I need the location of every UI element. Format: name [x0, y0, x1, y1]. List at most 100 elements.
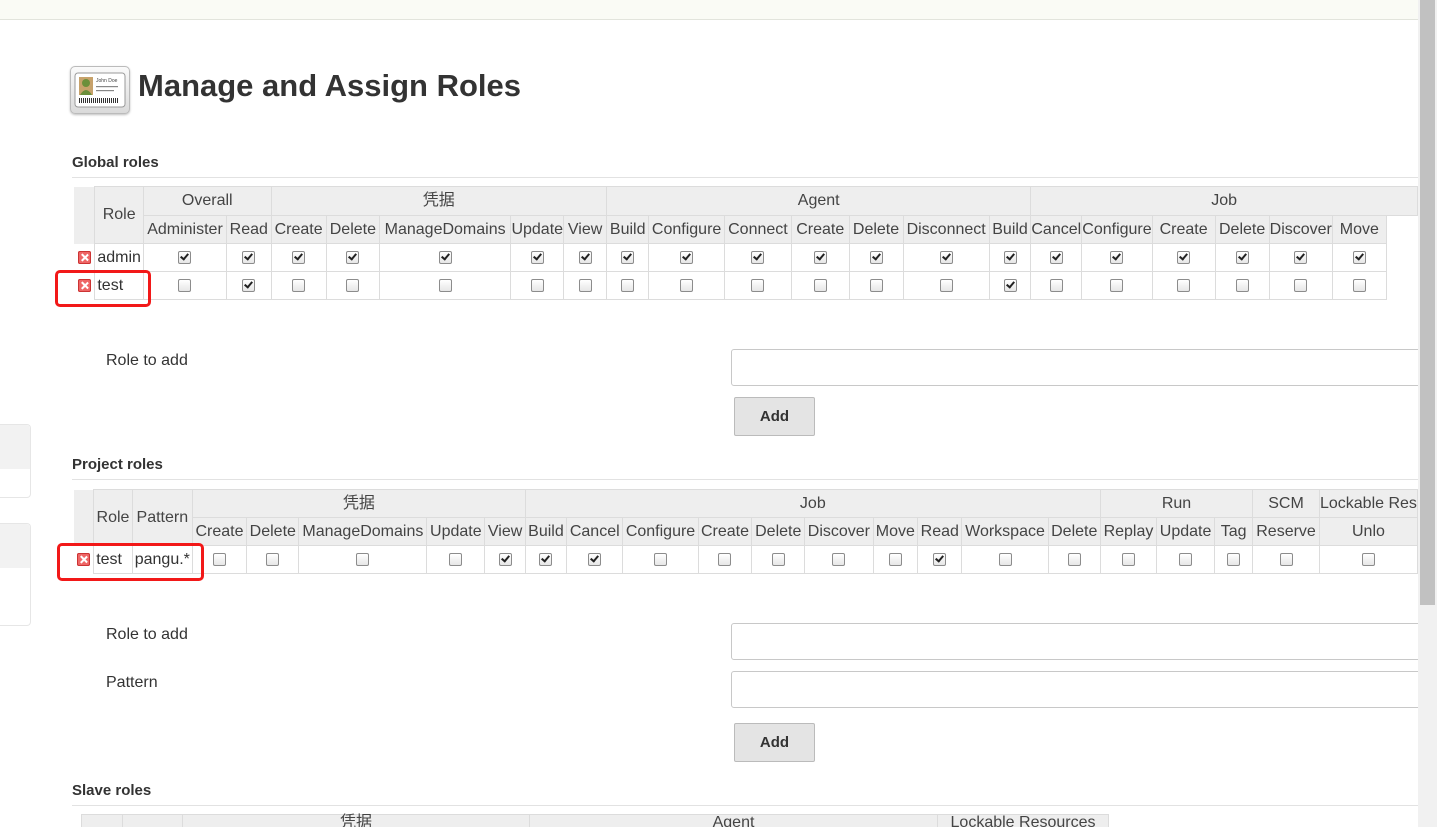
delete-role-icon[interactable]: [77, 250, 91, 264]
permission-checkbox[interactable]: [438, 278, 452, 292]
global-permission-header: Move: [1331, 215, 1387, 244]
permission-cell: [751, 545, 806, 574]
permission-checkbox[interactable]: [939, 278, 953, 292]
permission-cell: [1268, 243, 1333, 272]
global-add-button[interactable]: Add: [734, 397, 815, 436]
permission-cell: [1214, 545, 1254, 574]
permission-checkbox[interactable]: [292, 278, 306, 292]
permission-checkbox[interactable]: [832, 552, 846, 566]
permission-cell: [723, 243, 792, 272]
permission-checkbox[interactable]: [356, 552, 370, 566]
vertical-scrollbar[interactable]: [1418, 0, 1437, 827]
permission-checkbox[interactable]: [1361, 552, 1375, 566]
permission-checkbox[interactable]: [1003, 250, 1017, 264]
permission-checkbox[interactable]: [266, 552, 280, 566]
page-title: Manage and Assign Roles: [138, 68, 521, 103]
permission-checkbox[interactable]: [346, 250, 360, 264]
project-add-button[interactable]: Add: [734, 723, 815, 762]
permission-checkbox[interactable]: [888, 552, 902, 566]
permission-checkbox[interactable]: [578, 250, 592, 264]
global-role-to-add-input[interactable]: [731, 349, 1418, 386]
permission-checkbox[interactable]: [539, 552, 553, 566]
delete-role-icon[interactable]: [77, 552, 91, 566]
global-permission-header: Administer: [142, 215, 228, 244]
project-permission-header: Tag: [1214, 517, 1254, 546]
project-permission-header: Delete: [751, 517, 806, 546]
permission-checkbox[interactable]: [869, 278, 883, 292]
permission-checkbox[interactable]: [242, 250, 256, 264]
global-permission-header: Cancel: [1030, 215, 1083, 244]
project-permission-header: Update: [1156, 517, 1216, 546]
permission-checkbox[interactable]: [1179, 552, 1193, 566]
permission-checkbox[interactable]: [813, 250, 827, 264]
permission-checkbox[interactable]: [1352, 250, 1366, 264]
permission-checkbox[interactable]: [1227, 552, 1241, 566]
project-permission-header: Delete: [1047, 517, 1101, 546]
permission-checkbox[interactable]: [718, 552, 732, 566]
permission-checkbox[interactable]: [178, 278, 192, 292]
permission-checkbox[interactable]: [588, 552, 602, 566]
permission-checkbox[interactable]: [178, 250, 192, 264]
permission-checkbox[interactable]: [1067, 552, 1081, 566]
permission-checkbox[interactable]: [1294, 278, 1308, 292]
permission-checkbox[interactable]: [438, 250, 452, 264]
role-name: admin: [94, 243, 144, 272]
permission-checkbox[interactable]: [1110, 278, 1124, 292]
permission-checkbox[interactable]: [621, 250, 635, 264]
permission-checkbox[interactable]: [680, 278, 694, 292]
permission-checkbox[interactable]: [292, 250, 306, 264]
table-row: test pangu.*: [74, 545, 1418, 574]
project-permission-header: View: [484, 517, 526, 546]
permission-cell: [1047, 545, 1101, 574]
permission-checkbox[interactable]: [449, 552, 463, 566]
permission-checkbox[interactable]: [1177, 278, 1191, 292]
permission-cell: [988, 243, 1032, 272]
permission-checkbox[interactable]: [869, 250, 883, 264]
permission-checkbox[interactable]: [813, 278, 827, 292]
permission-checkbox[interactable]: [771, 552, 785, 566]
permission-checkbox[interactable]: [1279, 552, 1293, 566]
permission-checkbox[interactable]: [530, 278, 544, 292]
id-card-text: John Doe: [96, 78, 118, 84]
permission-checkbox[interactable]: [530, 250, 544, 264]
global-group-header: Overall: [142, 186, 272, 216]
permission-checkbox[interactable]: [939, 250, 953, 264]
permission-checkbox[interactable]: [751, 250, 765, 264]
permission-checkbox[interactable]: [621, 278, 635, 292]
permission-checkbox[interactable]: [1003, 278, 1017, 292]
permission-checkbox[interactable]: [498, 552, 512, 566]
project-permission-header: Create: [191, 517, 248, 546]
permission-checkbox[interactable]: [1352, 278, 1366, 292]
permission-cell: [510, 243, 565, 272]
scrollbar-thumb[interactable]: [1420, 0, 1435, 605]
permission-checkbox[interactable]: [578, 278, 592, 292]
permission-checkbox[interactable]: [1235, 278, 1249, 292]
permission-cell: [191, 545, 248, 574]
delete-role-icon[interactable]: [77, 278, 91, 292]
permission-checkbox[interactable]: [654, 552, 667, 566]
permission-checkbox[interactable]: [1049, 250, 1063, 264]
project-permission-header: Create: [697, 517, 753, 546]
permission-checkbox[interactable]: [1294, 250, 1308, 264]
permission-cell: [1252, 545, 1320, 574]
project-pattern-input[interactable]: [731, 671, 1418, 708]
permission-checkbox[interactable]: [680, 250, 694, 264]
permission-cell: [648, 271, 725, 300]
slave-roles-heading: Slave roles: [72, 782, 152, 799]
project-role-to-add-input[interactable]: [731, 623, 1418, 660]
permission-checkbox[interactable]: [1235, 250, 1249, 264]
permission-checkbox[interactable]: [346, 278, 360, 292]
permission-checkbox[interactable]: [998, 552, 1012, 566]
permission-checkbox[interactable]: [1110, 250, 1124, 264]
global-role-to-add-label: Role to add: [106, 352, 188, 369]
permission-checkbox[interactable]: [242, 278, 256, 292]
permission-checkbox[interactable]: [1049, 278, 1063, 292]
permission-checkbox[interactable]: [213, 552, 227, 566]
permission-cell: [563, 271, 608, 300]
permission-checkbox[interactable]: [1177, 250, 1191, 264]
permission-checkbox[interactable]: [751, 278, 765, 292]
project-permission-header: Cancel: [566, 517, 624, 546]
permission-checkbox[interactable]: [1121, 552, 1135, 566]
permission-checkbox[interactable]: [933, 552, 947, 566]
table-row: admin: [74, 243, 1418, 272]
